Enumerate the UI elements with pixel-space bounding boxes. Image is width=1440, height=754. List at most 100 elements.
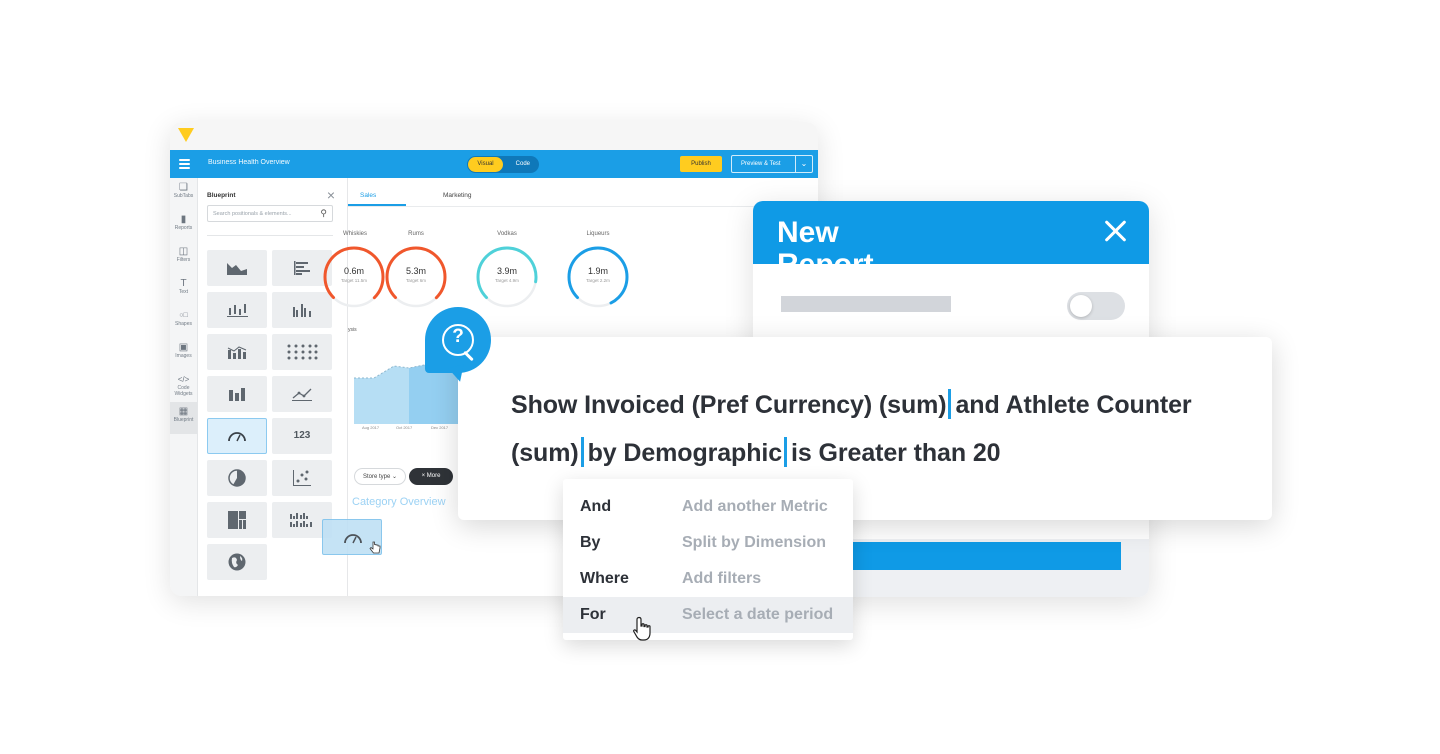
token-separator [580,437,584,467]
horizontal-bar-icon [294,261,310,275]
suggestion-and[interactable]: And Add another Metric [563,489,853,525]
rail-label: Images [175,353,192,359]
query-condition: is Greater than 20 [791,439,1001,467]
tab-sales[interactable]: Sales [360,192,376,199]
query-line-2: (sum) by Demographic is Greater than 20 [511,437,1001,468]
toggle-switch[interactable] [1067,292,1125,320]
code-mode-button[interactable]: Code [516,156,530,173]
query-suggestions-dropdown: And Add another Metric By Split by Dimen… [563,479,853,641]
blueprint-search-input[interactable]: Search positionals & elements... ⚲ [207,205,333,222]
candlestick-tile[interactable] [207,292,267,328]
column-chart-tile[interactable] [207,376,267,412]
rail-label: Reports [174,225,193,231]
rail-label: Text [178,289,189,295]
line-chart-tile[interactable] [272,376,332,412]
gauge-value: 5.3m [405,266,426,276]
axis-label: Aug 2017 [362,425,380,430]
left-rail: ❏ SubTabs ▮ Reports ◫ Filters T Text ○□ Shape… [170,178,198,596]
rail-label: Shapes [175,321,192,327]
axis-label: Dec 2017 [431,425,449,430]
search-placeholder: Search positionals & elements... [213,211,292,217]
rail-label: Filters [176,257,191,263]
close-icon[interactable]: × [327,187,335,203]
gauge-whiskies: 0.6m Target 11.5m [321,244,387,310]
active-tab-indicator [348,204,406,206]
treemap-tile[interactable] [207,502,267,538]
gauge-target: Target 4.9m [495,278,519,283]
chevron-down-icon[interactable]: ⌄ [795,156,812,172]
question-icon: ? [452,326,464,347]
suggestion-description: Split by Dimension [682,534,827,551]
hand-cursor-icon [369,541,381,554]
column-chart-icon [229,388,245,401]
text-icon: T [180,278,187,289]
rail-item-code-widgets[interactable]: </> Code Widgets [170,370,197,402]
more-filter-chip[interactable]: × More [409,468,453,485]
gauge-rums: 5.3m Target 6m [383,244,449,310]
suggestion-for[interactable]: For Select a date period [563,597,853,633]
rail-item-text[interactable]: T Text [170,274,197,306]
hand-cursor-icon [633,616,651,641]
suggestion-by[interactable]: By Split by Dimension [563,525,853,561]
rail-item-shapes[interactable]: ○□ Shapes [170,306,197,338]
map-tile[interactable] [207,544,267,580]
number-tile[interactable]: 123 [272,418,332,454]
gauge-value: 3.9m [496,266,517,276]
search-icon[interactable]: ⚲ [320,208,327,219]
reports-icon: ▮ [180,214,187,225]
suggestion-where[interactable]: Where Add filters [563,561,853,597]
query-line-1: Show Invoiced (Pref Currency) (sum) and A… [511,389,1192,420]
visual-mode-button[interactable]: Visual [468,157,503,172]
token-separator [784,437,788,467]
mode-toggle[interactable]: Visual Code [467,156,539,173]
report-header: New Report [753,201,1149,264]
rail-label: Blueprint [173,417,194,423]
gauge-tile[interactable] [207,418,267,454]
code-icon: </> [177,375,190,384]
logo-icon [178,128,194,142]
gauge-label: Vodkas [497,231,517,237]
gauge-icon [344,534,362,544]
suggestion-keyword: By [580,534,601,551]
number-tile-label: 123 [293,430,311,441]
publish-button[interactable]: Publish [680,156,722,172]
preview-button[interactable]: Preview & Test ⌄ [731,155,813,173]
store-type-filter[interactable]: Store type ⌄ [354,468,406,485]
rail-item-subtabs[interactable]: ❏ SubTabs [170,178,197,210]
suggestion-keyword: For [580,606,606,623]
area-chart-tile[interactable] [207,250,267,286]
grouped-bar-icon [293,304,311,317]
bar-line-combo-tile[interactable] [207,334,267,370]
subtabs-icon: ❏ [179,182,188,193]
dragging-gauge-tile[interactable] [322,519,382,555]
menu-icon[interactable] [179,159,190,171]
suggestion-description: Select a date period [682,606,834,623]
divider [207,235,333,236]
rail-item-reports[interactable]: ▮ Reports [170,210,197,242]
report-submit-button[interactable] [821,542,1121,570]
globe-icon [228,553,246,571]
switch-knob [1070,295,1092,317]
category-heading: Category Overview [352,496,446,508]
rail-item-filters[interactable]: ◫ Filters [170,242,197,274]
blueprint-title: Blueprint [207,192,236,199]
images-icon: ▣ [178,342,189,353]
query-aggregation: (sum) [511,439,579,467]
gauge-liqueurs: 1.9m Target 2.2m [565,244,631,310]
close-icon[interactable] [1103,219,1127,243]
bar-line-icon [227,346,247,359]
pie-chart-icon [228,469,246,487]
candlestick-icon [227,304,248,317]
shapes-icon: ○□ [179,312,188,319]
scatter-plot-tile[interactable] [272,460,332,496]
dot-plot-tile[interactable] [272,334,332,370]
query-dimension: by Demographic [587,439,783,467]
close-icon[interactable]: × [422,473,426,479]
suggestion-description: Add filters [682,570,762,587]
rail-item-images[interactable]: ▣ Images [170,338,197,370]
treemap-icon [228,511,246,529]
tab-marketing[interactable]: Marketing [443,192,472,199]
gauge-label: Liqueurs [586,231,610,237]
pie-chart-tile[interactable] [207,460,267,496]
rail-item-blueprint[interactable]: ▦ Blueprint [170,402,197,434]
